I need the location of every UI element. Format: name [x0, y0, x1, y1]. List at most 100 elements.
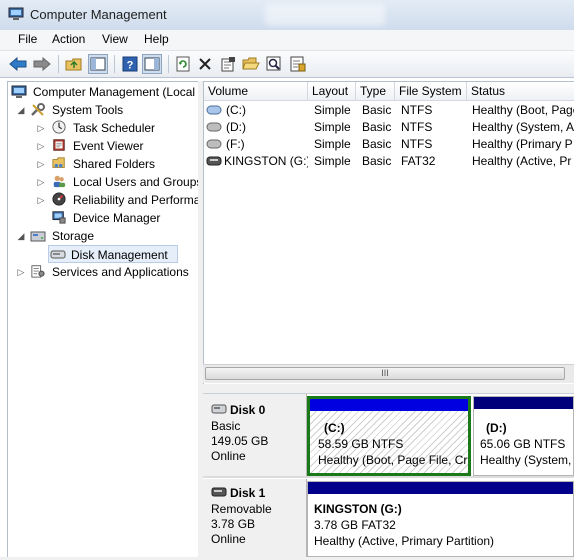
disk-0-info[interactable]: Disk 0 Basic 149.05 GB Online	[203, 394, 307, 476]
scrollbar-thumb[interactable]: III	[205, 367, 565, 380]
disk-kind: Removable	[211, 502, 272, 516]
partition-label: (C:)	[324, 421, 345, 435]
title-bar: Computer Management	[0, 0, 574, 31]
tree-item-services[interactable]: ▷ Services and Applications	[11, 263, 197, 281]
tree-item-device-manager[interactable]: Device Manager	[11, 209, 197, 227]
partition-size: 58.59 GB NTFS	[318, 437, 404, 451]
tree-item-shared-folders[interactable]: ▷ Shared Folders	[11, 155, 197, 173]
back-arrow-icon[interactable]	[8, 54, 28, 74]
tree-label: Services and Applications	[52, 265, 189, 279]
forward-arrow-icon[interactable]	[32, 54, 52, 74]
open-icon[interactable]	[241, 54, 261, 74]
cell-type: Basic	[362, 103, 392, 117]
toolbar-separator	[168, 55, 169, 73]
device-manager-icon	[52, 211, 66, 224]
tree-item-storage[interactable]: ◢ Storage	[11, 227, 197, 245]
partition-status: Healthy (Active, Primary Partition)	[314, 534, 495, 548]
cell-status: Healthy (Primary P	[472, 137, 573, 151]
svg-text:?: ?	[127, 60, 134, 72]
cell-file-system: NTFS	[401, 120, 433, 134]
cell-volume: (F:)	[226, 137, 245, 151]
hard-disk-icon	[211, 404, 227, 414]
column-header-layout[interactable]: Layout	[308, 82, 356, 101]
column-header-status[interactable]: Status	[467, 82, 574, 101]
partition-band	[308, 482, 573, 494]
removable-drive-icon	[206, 156, 222, 166]
expand-arrow-icon[interactable]: ▷	[36, 119, 46, 137]
tree-label: System Tools	[52, 103, 124, 117]
collapse-arrow-icon[interactable]: ◢	[16, 227, 26, 245]
disk-graphical-view: Disk 0 Basic 149.05 GB Online (C:) 58.59…	[203, 394, 574, 557]
refresh-icon[interactable]	[173, 54, 193, 74]
tree-item-computer-management[interactable]: Computer Management (Local	[11, 83, 197, 101]
cell-volume: (C:)	[226, 103, 246, 117]
services-icon	[31, 265, 45, 278]
tree-item-event-viewer[interactable]: ▷ Event Viewer	[11, 137, 197, 155]
tree-item-disk-management[interactable]: Disk Management	[48, 245, 178, 263]
expand-arrow-icon[interactable]: ▷	[36, 155, 46, 173]
tree-label: Disk Management	[71, 248, 168, 262]
expand-arrow-icon[interactable]: ▷	[16, 263, 26, 281]
search-icon[interactable]	[264, 54, 284, 74]
menu-file[interactable]: File	[14, 32, 41, 46]
tree-label: Reliability and Performa	[73, 193, 199, 207]
disk-name: Disk 1	[230, 486, 266, 500]
storage-icon	[30, 231, 46, 242]
collapse-arrow-icon[interactable]: ◢	[16, 101, 26, 119]
partition-d[interactable]: (D:) 65.06 GB NTFS Healthy (System,	[473, 396, 574, 476]
column-header-type[interactable]: Type	[356, 82, 395, 101]
tree-item-task-scheduler[interactable]: ▷ Task Scheduler	[11, 119, 197, 137]
menu-help[interactable]: Help	[140, 32, 173, 46]
cell-file-system: FAT32	[401, 154, 436, 168]
tree-label: Event Viewer	[73, 139, 144, 153]
expand-arrow-icon[interactable]: ▷	[36, 191, 46, 209]
console-tree: Computer Management (Local ◢ System Tool…	[7, 81, 199, 559]
partition-label: KINGSTON (G:)	[314, 502, 402, 516]
up-folder-icon[interactable]	[64, 54, 84, 74]
show-hide-console-tree-icon[interactable]	[88, 54, 108, 74]
clock-icon	[52, 120, 66, 134]
column-header-file-system[interactable]: File System	[395, 82, 467, 101]
reliability-icon	[52, 192, 66, 206]
horizontal-splitter[interactable]	[203, 384, 574, 394]
volume-list: Volume Layout Type File System Status (C…	[203, 81, 574, 386]
cell-layout: Simple	[314, 103, 351, 117]
column-header-volume[interactable]: Volume	[204, 82, 308, 101]
toolbar-separator	[58, 55, 59, 73]
menu-view[interactable]: View	[98, 32, 132, 46]
partition-band	[474, 397, 573, 409]
drive-icon	[206, 139, 222, 149]
help-icon[interactable]: ?	[120, 54, 140, 74]
partition-g[interactable]: KINGSTON (G:) 3.78 GB FAT32 Healthy (Act…	[307, 481, 574, 557]
cell-type: Basic	[362, 137, 392, 151]
tree-item-reliability[interactable]: ▷ Reliability and Performa	[11, 191, 199, 209]
tree-item-system-tools[interactable]: ◢ System Tools	[11, 101, 197, 119]
users-icon	[53, 175, 66, 188]
delete-icon[interactable]	[195, 54, 215, 74]
cell-volume: KINGSTON (G:)	[224, 154, 308, 168]
drive-icon	[206, 105, 222, 115]
disk-kind: Basic	[211, 419, 241, 433]
system-tools-icon	[31, 103, 45, 116]
properties-panel-icon[interactable]	[142, 54, 162, 74]
cell-type: Basic	[362, 154, 392, 168]
tree-item-local-users[interactable]: ▷ Local Users and Groups	[11, 173, 199, 191]
tree-label: Shared Folders	[73, 157, 156, 171]
partition-c[interactable]: (C:) 58.59 GB NTFS Healthy (Boot, Page F…	[307, 396, 471, 476]
toolbar: ?	[0, 51, 574, 78]
cell-status: Healthy (Boot, Page	[472, 103, 574, 117]
horizontal-scrollbar[interactable]: III	[203, 364, 574, 383]
expand-arrow-icon[interactable]: ▷	[36, 137, 46, 155]
disk-management-icon	[50, 250, 66, 259]
tree-label: Local Users and Groups	[73, 175, 199, 189]
menu-action[interactable]: Action	[48, 32, 89, 46]
disk-name: Disk 0	[230, 403, 266, 417]
export-list-icon[interactable]	[288, 54, 308, 74]
tree-label: Task Scheduler	[73, 121, 156, 135]
cell-status: Healthy (System, A	[472, 120, 574, 134]
cell-file-system: NTFS	[401, 103, 433, 117]
disk-1-info[interactable]: Disk 1 Removable 3.78 GB Online	[203, 479, 307, 557]
properties-icon[interactable]	[218, 54, 238, 74]
removable-disk-icon	[211, 487, 227, 497]
expand-arrow-icon[interactable]: ▷	[36, 173, 46, 191]
